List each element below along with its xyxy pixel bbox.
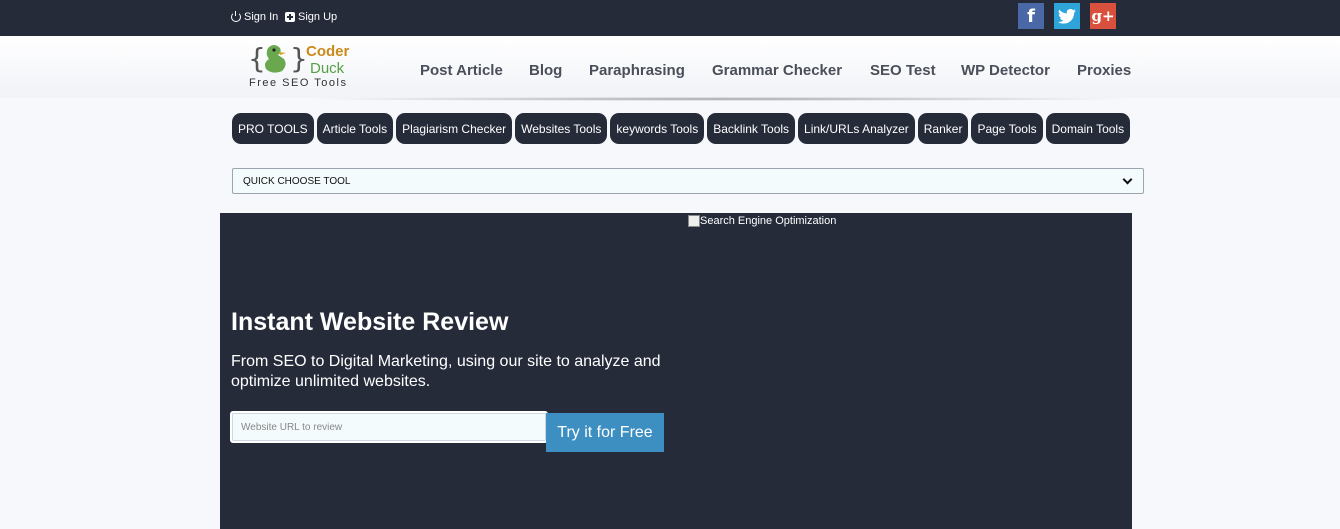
quick-choose-tool-select[interactable]: QUICK CHOOSE TOOL xyxy=(232,168,1144,194)
hero-broken-image: Search Engine Optimization xyxy=(688,215,836,227)
category-page-tools[interactable]: Page Tools xyxy=(971,113,1043,144)
category-plagiarism-checker[interactable]: Plagiarism Checker xyxy=(396,113,513,144)
nav-proxies[interactable]: Proxies xyxy=(1077,62,1131,79)
website-url-input[interactable]: Website URL to review xyxy=(230,411,548,443)
chevron-down-icon xyxy=(1122,174,1133,184)
quick-choose-selected: QUICK CHOOSE TOOL xyxy=(243,175,351,187)
logo-word-coder: Coder xyxy=(306,43,350,60)
try-it-free-button[interactable]: Try it for Free xyxy=(546,413,664,452)
nav-blog[interactable]: Blog xyxy=(529,62,562,79)
top-bar: Sign In Sign Up f g+ xyxy=(0,0,1340,36)
sign-in-label: Sign In xyxy=(244,11,279,23)
broken-image-icon xyxy=(688,215,700,227)
logo-tagline: Free SEO Tools xyxy=(249,77,348,89)
category-websites-tools[interactable]: Websites Tools xyxy=(515,113,608,144)
twitter-icon[interactable] xyxy=(1054,3,1080,29)
nav-paraphrasing[interactable]: Paraphrasing xyxy=(589,62,685,79)
category-ranker[interactable]: Ranker xyxy=(917,113,969,144)
hero-section: Search Engine Optimization Instant Websi… xyxy=(220,213,1132,529)
category-link-urls-analyzer[interactable]: Link/URLs Analyzer xyxy=(798,113,915,144)
facebook-glyph: f xyxy=(1027,5,1035,27)
category-article-tools[interactable]: Article Tools xyxy=(316,113,394,144)
category-backlink-tools[interactable]: Backlink Tools xyxy=(707,113,796,144)
category-bar: PRO TOOLS Article Tools Plagiarism Check… xyxy=(232,113,1131,144)
logo-word-duck: Duck xyxy=(310,60,345,77)
facebook-icon[interactable]: f xyxy=(1018,3,1044,29)
category-domain-tools[interactable]: Domain Tools xyxy=(1045,113,1131,144)
category-keywords-tools[interactable]: keywords Tools xyxy=(610,113,705,144)
power-icon xyxy=(231,11,241,22)
hero-image-alt: Search Engine Optimization xyxy=(700,215,837,227)
sign-in-link[interactable]: Sign In xyxy=(231,11,278,23)
google-plus-glyph: g+ xyxy=(1091,7,1115,25)
website-url-placeholder: Website URL to review xyxy=(241,421,343,433)
sign-up-label: Sign Up xyxy=(298,11,338,23)
nav-divider xyxy=(300,97,1140,101)
site-logo[interactable]: { } Coder Duck Free SEO Tools xyxy=(248,40,358,94)
nav-post-article[interactable]: Post Article xyxy=(420,62,503,79)
svg-text:{: { xyxy=(248,42,266,75)
hero-title: Instant Website Review xyxy=(231,308,509,336)
twitter-bird-icon xyxy=(1058,8,1076,24)
nav-seo-test[interactable]: SEO Test xyxy=(870,62,936,79)
nav-wp-detector[interactable]: WP Detector xyxy=(961,62,1050,79)
category-pro-tools[interactable]: PRO TOOLS xyxy=(232,113,314,144)
plus-square-icon xyxy=(285,12,295,22)
hero-subtitle: From SEO to Digital Marketing, using our… xyxy=(231,353,661,390)
sign-up-link[interactable]: Sign Up xyxy=(285,11,337,23)
google-plus-icon[interactable]: g+ xyxy=(1090,3,1116,29)
duck-logo-icon: { } xyxy=(248,42,308,75)
nav-grammar-checker[interactable]: Grammar Checker xyxy=(712,62,842,79)
